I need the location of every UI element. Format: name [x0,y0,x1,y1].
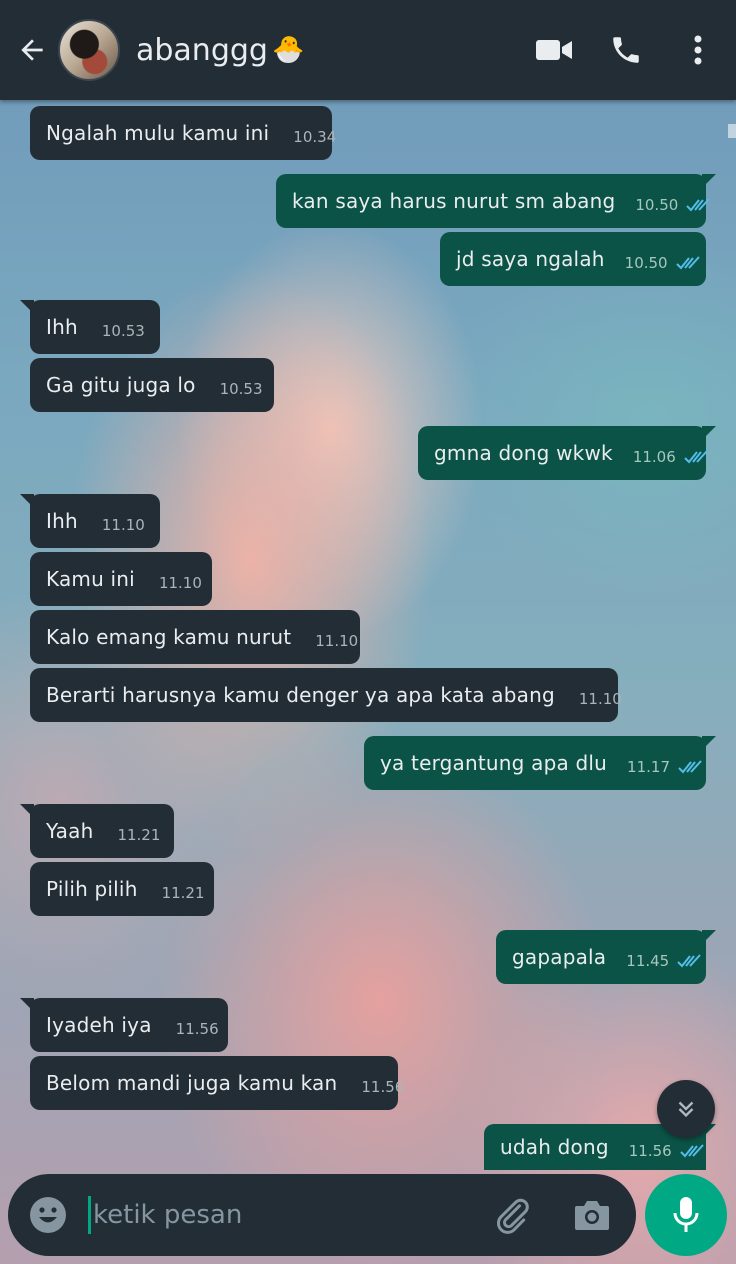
attach-button[interactable] [490,1193,534,1237]
message-text: Yaah [46,819,94,843]
incoming-message[interactable]: Berarti harusnya kamu denger ya apa kata… [30,668,622,722]
message-text: Belom mandi juga kamu kan [46,1071,338,1095]
outgoing-message[interactable]: jd saya ngalah 10.50 [440,232,706,286]
message-text: Ngalah mulu kamu ini [46,121,270,145]
scrollbar[interactable] [728,124,736,138]
outgoing-message[interactable]: gmna dong wkwk 11.06 [418,426,716,480]
message-time: 11.56 [361,1078,405,1096]
message-time: 11.10 [315,632,359,650]
double-chevron-down-icon [678,1101,694,1118]
message-time: 11.10 [101,516,145,534]
voice-call-button[interactable] [596,20,656,80]
message-text: kan saya harus nurut sm abang [292,189,616,213]
read-receipt-icon [686,197,712,213]
scroll-to-bottom-button[interactable] [657,1080,715,1138]
message-time: 11.21 [161,884,205,902]
message-text: Berarti harusnya kamu denger ya apa kata… [46,683,555,707]
incoming-message[interactable]: Yaah 11.21 [20,804,174,858]
mic-icon [673,1197,699,1232]
message-time: 10.53 [101,322,145,340]
more-options-button[interactable] [668,20,728,80]
video-call-button[interactable] [524,20,584,80]
message-text: Ihh [46,509,78,533]
message-time: 11.21 [117,826,161,844]
incoming-message[interactable]: Ihh 10.53 [20,300,160,354]
message-time: 10.50 [624,254,668,272]
read-receipt-icon [677,953,703,969]
emoji-button[interactable] [28,1195,68,1235]
camera-icon [575,1201,609,1230]
outgoing-message[interactable]: gapapala 11.45 [496,930,716,984]
outgoing-message[interactable]: ya tergantung apa dlu 11.17 [364,736,716,790]
video-call-icon [536,40,572,60]
message-time: 11.56 [175,1020,219,1038]
message-time: 11.17 [627,758,670,776]
message-composer: ketik pesan [8,1174,636,1256]
read-receipt-icon [678,759,704,775]
message-text: gapapala [512,945,607,969]
contact-name[interactable]: abanggg [136,33,268,68]
message-text: Ihh [46,315,78,339]
back-button[interactable] [10,28,54,72]
message-time: 11.10 [158,574,202,592]
incoming-message[interactable]: Ga gitu juga lo 10.53 [30,358,274,412]
message-time: 10.34 [293,128,337,146]
message-text: ya tergantung apa dlu [380,751,608,775]
incoming-message[interactable]: Kamu ini 11.10 [30,552,212,606]
message-text: Kalo emang kamu nurut [46,625,292,649]
incoming-message[interactable]: Ihh 11.10 [20,494,160,548]
incoming-message[interactable]: Ngalah mulu kamu ini 10.34 [30,106,336,160]
back-arrow-icon [21,39,43,61]
message-text: Ga gitu juga lo [46,373,196,397]
message-time: 11.06 [632,448,676,466]
message-time: 10.50 [635,196,679,214]
attach-icon [496,1198,529,1234]
message-time: 11.45 [626,952,670,970]
phone-icon [613,37,639,63]
chat-header: abanggg 🐣 [0,0,736,100]
message-time: 10.53 [219,380,263,398]
text-cursor [88,1196,91,1234]
contact-emoji: 🐣 [271,35,305,65]
emoji-icon [30,1197,66,1233]
read-receipt-icon [684,449,710,465]
voice-message-button[interactable] [645,1174,727,1256]
read-receipt-icon [675,255,702,271]
message-time: 11.10 [578,690,622,708]
message-input[interactable]: ketik pesan [93,1200,242,1230]
message-text: udah dong [500,1135,609,1159]
incoming-message[interactable]: Pilih pilih 11.21 [30,862,214,916]
message-text: Kamu ini [46,567,135,591]
read-receipt-icon [680,1143,706,1159]
camera-button[interactable] [570,1193,614,1237]
incoming-message[interactable]: Kalo emang kamu nurut 11.10 [30,610,360,664]
incoming-message[interactable]: Iyadeh iya 11.56 [20,998,228,1052]
contact-avatar[interactable] [58,19,120,81]
message-text: Pilih pilih [46,877,138,901]
message-text: jd saya ngalah [456,247,605,271]
outgoing-message[interactable]: kan saya harus nurut sm abang 10.50 [276,174,716,228]
more-vert-icon [694,35,702,65]
message-time: 11.56 [628,1142,672,1160]
message-text: Iyadeh iya [46,1013,152,1037]
chat-messages-area[interactable]: Ngalah mulu kamu ini 10.34 kan saya haru… [0,100,736,1170]
message-text: gmna dong wkwk [434,441,613,465]
incoming-message[interactable]: Belom mandi juga kamu kan 11.56 [30,1056,404,1110]
